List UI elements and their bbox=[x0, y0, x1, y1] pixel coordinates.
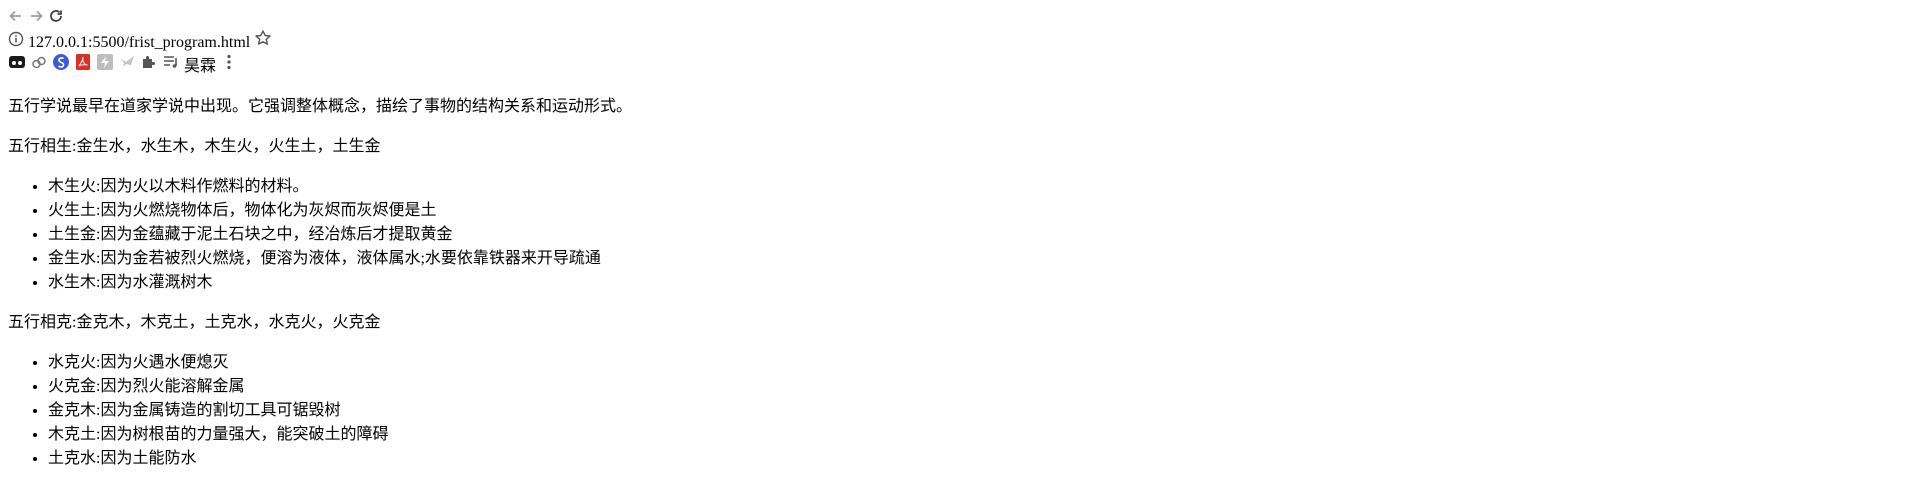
link-extension-icon[interactable] bbox=[30, 56, 52, 75]
list-item-text: 水克火:因为火遇水便熄灭 bbox=[48, 354, 229, 371]
list-item: 金生水:因为金若被烈火燃烧，便溶为液体，液体属水;水要依靠铁器来开导疏通 bbox=[48, 244, 1912, 268]
url-text[interactable]: 127.0.0.1:5500/frist_program.html bbox=[28, 34, 250, 51]
list-item-text: 木克土:因为树根苗的力量强大，能突破土的障碍 bbox=[48, 426, 389, 443]
gray-bolt-extension-icon[interactable] bbox=[96, 54, 118, 75]
info-icon[interactable] bbox=[8, 31, 28, 51]
bird-extension-icon[interactable] bbox=[118, 56, 140, 75]
sheng-list: 木生火:因为火以木料作燃料的材料。 火生土:因为火燃烧物体后，物体化为灰烬而灰烬… bbox=[8, 172, 1912, 292]
bookmark-star-icon[interactable] bbox=[254, 30, 272, 51]
heading-text: 克土，土克水，水克火，火克金 bbox=[156, 314, 381, 331]
list-item-text: 火克金:因为烈火能溶解金属 bbox=[48, 378, 245, 395]
wood-highlight: 木 bbox=[172, 138, 189, 155]
ke-list: 水克火:因为火遇水便熄灭 火克金:因为烈火能溶解金属 金克木:因为金属铸造的割切… bbox=[8, 348, 1912, 468]
profile-avatar[interactable]: 昊霖 bbox=[184, 58, 216, 75]
list-item-text: 土克水:因为土能防水 bbox=[48, 450, 197, 467]
menu-kebab-icon[interactable] bbox=[220, 54, 238, 75]
list-item: 火生土:因为火燃烧物体后，物体化为灰烬而灰烬便是土 bbox=[48, 196, 1912, 220]
browser-toolbar: 127.0.0.1:5500/frist_program.html 昊霖 bbox=[8, 8, 1912, 76]
list-item: 木生火:因为火以木料作燃料的材料。 bbox=[48, 172, 1912, 196]
list-item-text: 木生火:因为火以木料作燃料的材料。 bbox=[48, 178, 309, 195]
reading-list-icon[interactable] bbox=[162, 56, 184, 75]
intro-paragraph: 五行学说最早在道家学说中出现。它强调整体概念，描绘了事物的结构关系和运动形式。 bbox=[8, 98, 633, 115]
list-item: 木克土:因为树根苗的力量强大，能突破土的障碍 bbox=[48, 420, 1912, 444]
list-item: 土克水:因为土能防水 bbox=[48, 444, 1912, 468]
url-path: :5500/frist_program.html bbox=[88, 34, 251, 51]
list-item-text: :因为金属铸造的割切工具可锯毁树 bbox=[96, 402, 341, 419]
blue-s-extension-icon[interactable] bbox=[52, 54, 74, 75]
heading-text: 生火，火生土，土生金 bbox=[220, 138, 381, 155]
list-item-text: 金生水:因为金若被烈火燃烧，便溶为液体，液体属水;水要依靠铁器来开导疏通 bbox=[48, 250, 601, 267]
sheng-heading: 五行相生:金生水，水生木，木生火，火生土，土生金 bbox=[8, 132, 1912, 156]
url-host: 127.0.0.1 bbox=[28, 34, 88, 51]
heading-text: 五行相生:金生水，水生 bbox=[8, 138, 173, 155]
address-bar[interactable]: 127.0.0.1:5500/frist_program.html bbox=[8, 29, 1912, 52]
wood-highlight: 木 bbox=[140, 314, 157, 331]
list-item-text: 土生金:因为金蕴藏于泥土石块之中，经冶炼后才提取黄金 bbox=[48, 226, 453, 243]
extensions-puzzle-icon[interactable] bbox=[140, 56, 162, 75]
ke-heading: 五行相克:金克木，木克土，土克水，水克火，火克金 bbox=[8, 308, 1912, 332]
reload-icon[interactable] bbox=[48, 10, 64, 28]
list-item: 水生木:因为水灌溉树木 bbox=[48, 268, 1912, 292]
list-item-text: 金克 bbox=[48, 402, 81, 419]
pdf-extension-icon[interactable] bbox=[74, 54, 96, 75]
list-item-text: 火生土:因为火燃烧物体后，物体化为灰烬而灰烬便是土 bbox=[48, 202, 437, 219]
back-icon[interactable] bbox=[8, 10, 28, 28]
tampermonkey-extension-icon[interactable] bbox=[8, 56, 30, 75]
list-item-text: 水生木:因为水灌溉树 bbox=[48, 274, 197, 291]
list-item: 土生金:因为金蕴藏于泥土石块之中，经冶炼后才提取黄金 bbox=[48, 220, 1912, 244]
heading-text: ， bbox=[188, 138, 205, 155]
list-item: 火克金:因为烈火能溶解金属 bbox=[48, 372, 1912, 396]
heading-text: ， bbox=[124, 314, 141, 331]
extensions-area: 昊霖 bbox=[8, 52, 1912, 76]
heading-text: 五行相克:金克 bbox=[8, 314, 109, 331]
forward-icon[interactable] bbox=[28, 10, 48, 28]
list-item: 金克木:因为金属铸造的割切工具可锯毁树 bbox=[48, 396, 1912, 420]
wood-highlight: 木 bbox=[80, 402, 97, 419]
page-content: 五行学说最早在道家学说中出现。它强调整体概念，描绘了事物的结构关系和运动形式。 … bbox=[8, 92, 1912, 468]
wood-highlight: 木 bbox=[108, 314, 125, 331]
wood-highlight: 木 bbox=[196, 274, 213, 291]
wood-highlight: 木 bbox=[204, 138, 221, 155]
list-item: 水克火:因为火遇水便熄灭 bbox=[48, 348, 1912, 372]
